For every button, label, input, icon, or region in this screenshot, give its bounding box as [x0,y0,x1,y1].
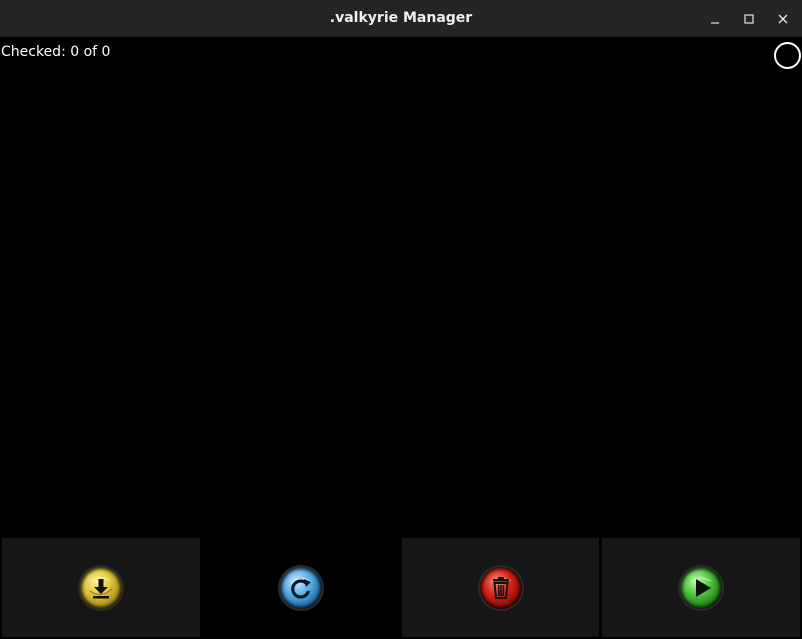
delete-button[interactable] [402,538,599,637]
play-icon [680,566,722,609]
refresh-button[interactable] [202,538,400,637]
download-icon [80,566,122,609]
loading-spinner-icon [774,42,801,69]
refresh-icon [280,566,322,609]
app-window: .valkyrie Manager Checked: 0 of 0 [0,0,802,639]
minimize-icon [711,22,719,24]
minimize-button[interactable] [705,9,725,29]
trash-icon [479,566,522,609]
maximize-icon [744,14,754,24]
download-button[interactable] [2,538,200,637]
maximize-button[interactable] [739,9,759,29]
title-bar[interactable]: .valkyrie Manager [0,0,802,37]
checked-status: Checked: 0 of 0 [1,44,111,60]
close-icon [778,14,788,24]
close-button[interactable] [773,9,793,29]
play-button[interactable] [602,538,800,637]
window-title: .valkyrie Manager [329,10,473,26]
